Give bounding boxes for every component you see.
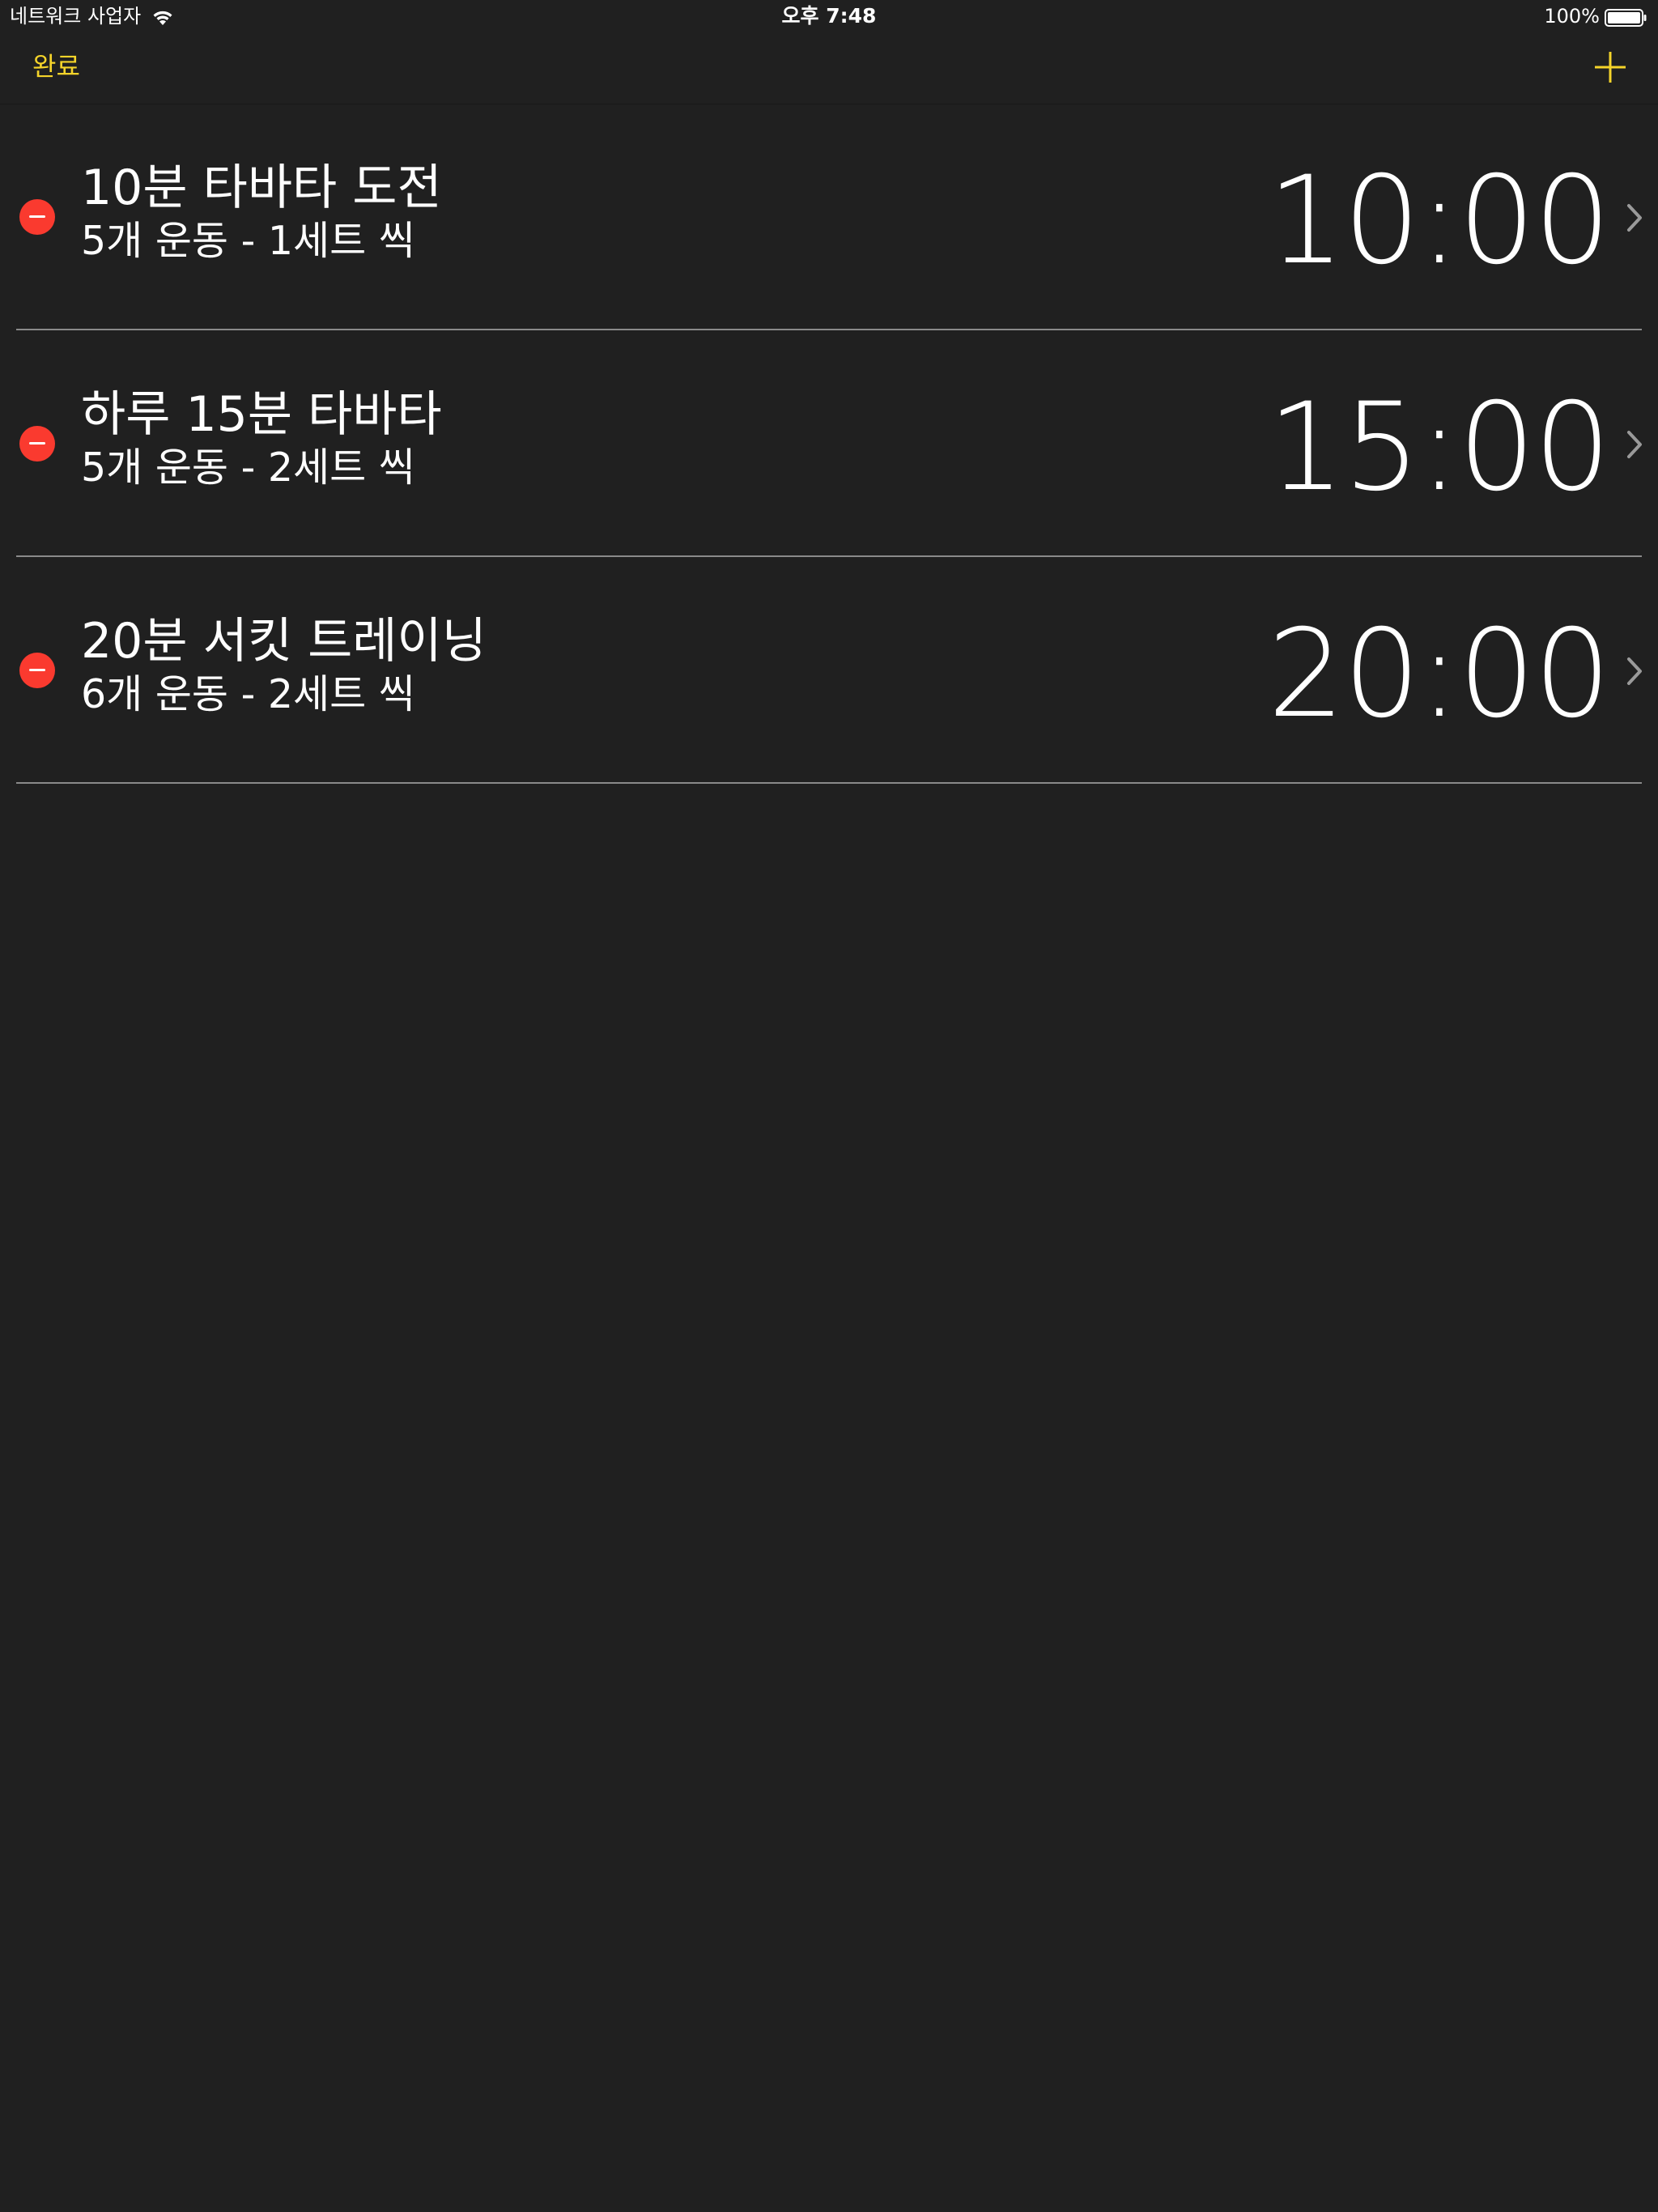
workout-row[interactable]: 하루 15분 타바타 5개 운동 - 2세트 씩 15:00 (0, 330, 1658, 557)
chevron-right-icon (1627, 204, 1642, 232)
minus-icon (29, 669, 45, 671)
workout-duration: 10:00 (1267, 151, 1611, 291)
status-time: 오후 7:48 (781, 4, 877, 28)
battery-percent: 100% (1544, 5, 1600, 28)
add-button[interactable] (1592, 49, 1629, 86)
workout-row[interactable]: 10분 타바타 도전 5개 운동 - 1세트 씩 10:00 (0, 104, 1658, 330)
workout-title: 10분 타바타 도전 (81, 160, 442, 216)
chevron-right-icon (1627, 431, 1642, 458)
workout-row[interactable]: 20분 서킷 트레이닝 6개 운동 - 2세트 씩 20:00 (0, 557, 1658, 784)
workout-subtitle: 5개 운동 - 1세트 씩 (81, 218, 415, 264)
workout-subtitle: 6개 운동 - 2세트 씩 (81, 671, 415, 717)
workout-list: 10분 타바타 도전 5개 운동 - 1세트 씩 10:00 하루 15분 타바… (0, 104, 1658, 784)
row-divider (16, 782, 1642, 784)
nav-bar: 완료 (0, 32, 1658, 104)
done-button[interactable]: 완료 (32, 47, 80, 86)
workout-title: 하루 15분 타바타 (81, 386, 442, 443)
workout-subtitle: 5개 운동 - 2세트 씩 (81, 445, 415, 491)
delete-button[interactable] (19, 653, 55, 688)
workout-duration: 15:00 (1267, 377, 1611, 518)
chevron-right-icon (1627, 657, 1642, 685)
delete-button[interactable] (19, 426, 55, 462)
delete-button[interactable] (19, 199, 55, 235)
minus-icon (29, 215, 45, 218)
status-bar: 네트워크 사업자 오후 7:48 100% (0, 0, 1658, 32)
workout-duration: 20:00 (1267, 604, 1611, 745)
battery-icon (1605, 7, 1647, 27)
workout-title: 20분 서킷 트레이닝 (81, 613, 487, 670)
status-right: 100% (1544, 3, 1647, 29)
plus-icon (1595, 52, 1626, 83)
minus-icon (29, 442, 45, 445)
